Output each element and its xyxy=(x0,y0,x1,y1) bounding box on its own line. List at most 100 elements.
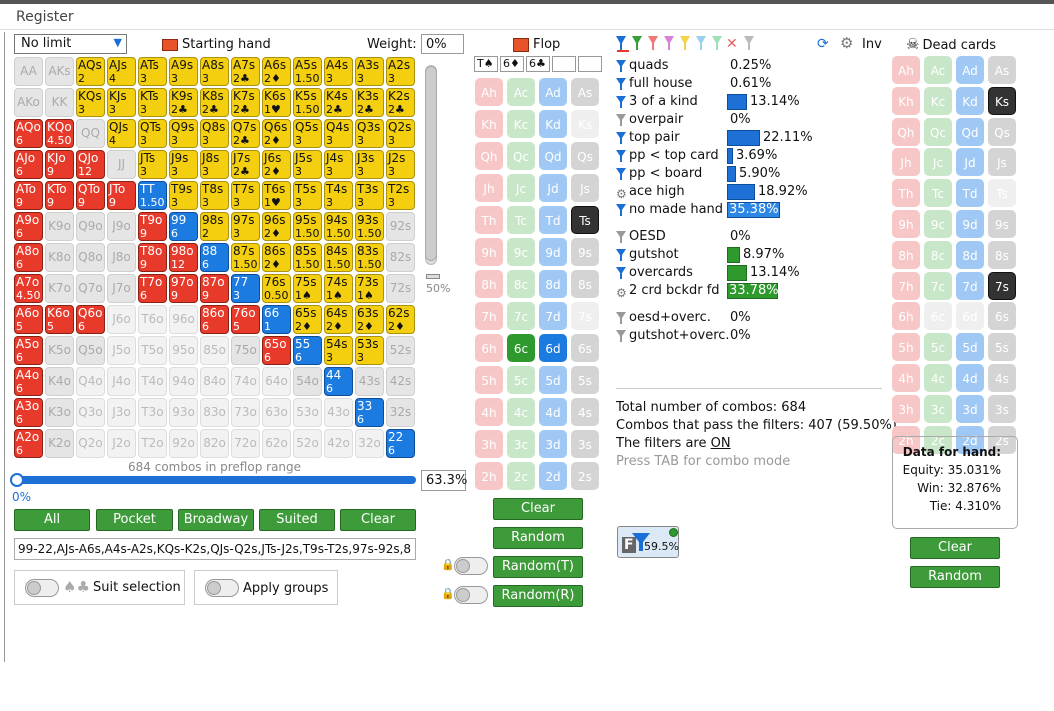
hand-filter[interactable]: quads xyxy=(616,57,668,74)
hand-cell[interactable]: J3s 3 xyxy=(355,150,384,179)
hand-cell[interactable]: 65o 6 xyxy=(262,336,291,365)
hand-cell[interactable]: 75o xyxy=(231,336,260,365)
hand-cell[interactable]: TT 1.50 xyxy=(138,181,167,210)
flop-card-slot[interactable]: 6♣ xyxy=(526,56,550,72)
dead-card[interactable]: 8c xyxy=(924,240,952,269)
board-card[interactable]: Th xyxy=(475,206,503,234)
hand-filter[interactable]: top pair xyxy=(616,129,680,146)
hand-cell[interactable]: A7s 2♣ xyxy=(231,57,260,86)
dead-card[interactable]: 3c xyxy=(924,394,952,423)
random-t-button[interactable]: Random(T) xyxy=(493,556,583,578)
dead-card[interactable]: 6h xyxy=(892,302,920,331)
hand-cell[interactable]: A6o 5 xyxy=(14,305,43,334)
dead-card[interactable]: Qs xyxy=(988,117,1016,146)
hand-cell[interactable]: 96s 2♦ xyxy=(262,212,291,241)
filter-summary-badge[interactable]: F 59.5% xyxy=(617,526,679,558)
hand-cell[interactable]: 62o xyxy=(262,429,291,458)
dead-card[interactable]: 9d xyxy=(956,210,984,238)
hand-cell[interactable]: 73s 1♠ xyxy=(355,274,384,303)
dead-card[interactable]: 9c xyxy=(924,210,952,238)
hand-cell[interactable]: A3o 6 xyxy=(14,398,43,427)
hand-cell[interactable]: J6s 2♦ xyxy=(262,150,291,179)
board-card[interactable]: Qc xyxy=(507,142,535,170)
hand-cell[interactable]: Q7o xyxy=(76,274,105,303)
hand-cell[interactable]: T4o xyxy=(138,367,167,396)
suit-selection-toggle[interactable] xyxy=(25,579,59,597)
gear-icon[interactable]: ⚙ xyxy=(840,34,853,52)
range-percent-input[interactable]: 63.3% xyxy=(421,470,467,491)
filters-on-link[interactable]: ON xyxy=(711,436,731,451)
hand-cell[interactable]: J4o xyxy=(107,367,136,396)
hand-cell[interactable]: 42s xyxy=(386,367,415,396)
hand-cell[interactable]: 85o xyxy=(200,336,229,365)
hand-cell[interactable]: 97o 9 xyxy=(169,274,198,303)
hand-cell[interactable]: T7s 3 xyxy=(231,181,260,210)
hand-cell[interactable]: QTs 3 xyxy=(138,119,167,148)
hand-filter[interactable]: pp < top card xyxy=(616,147,719,164)
board-card[interactable]: 4s xyxy=(571,398,599,426)
dead-card[interactable]: Th xyxy=(892,179,920,208)
hand-cell[interactable]: J2s 3 xyxy=(386,150,415,179)
hand-filter[interactable]: gutshot xyxy=(616,246,679,263)
hand-cell[interactable]: T4s 3 xyxy=(324,181,353,210)
hand-cell[interactable]: Q3o xyxy=(76,398,105,427)
board-card[interactable]: 3s xyxy=(571,430,599,458)
hand-cell[interactable]: 72s xyxy=(386,274,415,303)
hand-cell[interactable]: 86o 6 xyxy=(200,305,229,334)
board-card[interactable]: 6c xyxy=(507,334,535,362)
dead-card[interactable]: Ad xyxy=(956,56,984,84)
board-card[interactable]: 6d xyxy=(539,334,567,362)
hand-cell[interactable]: 87s 1.50 xyxy=(231,243,260,272)
filter-color-icons[interactable]: ✕ xyxy=(616,35,756,52)
flop-card-slot[interactable] xyxy=(552,56,576,72)
hand-cell[interactable]: A3s 3 xyxy=(355,57,384,86)
board-card[interactable]: 7c xyxy=(507,302,535,330)
hand-cell[interactable]: J6o xyxy=(107,305,136,334)
hand-filter[interactable]: pp < board xyxy=(616,165,702,182)
hand-cell[interactable]: A4o 6 xyxy=(14,367,43,396)
hand-cell[interactable]: 95s 1.50 xyxy=(293,212,322,241)
board-card[interactable]: Jh xyxy=(475,174,503,202)
dead-card[interactable]: Qh xyxy=(892,117,920,146)
board-card[interactable]: 8d xyxy=(539,270,567,298)
range-slider[interactable] xyxy=(10,473,416,487)
hand-cell[interactable]: 53s 3 xyxy=(355,336,384,365)
hand-cell[interactable]: K9o xyxy=(45,212,74,241)
hand-cell[interactable]: 94s 1.50 xyxy=(324,212,353,241)
hand-cell[interactable]: AJo 6 xyxy=(14,150,43,179)
hand-cell[interactable]: 76o 5 xyxy=(231,305,260,334)
hand-cell[interactable]: A4s 3 xyxy=(324,57,353,86)
board-card[interactable]: Kh xyxy=(475,110,503,138)
hand-cell[interactable]: AQs 2 xyxy=(76,57,105,86)
dead-card[interactable]: 4d xyxy=(956,364,984,392)
dead-card[interactable]: As xyxy=(988,56,1016,84)
hand-cell[interactable]: 96o xyxy=(169,305,198,334)
hand-cell[interactable]: J8o xyxy=(107,243,136,272)
hand-cell[interactable]: 97s 3 xyxy=(231,212,260,241)
board-card[interactable]: 5c xyxy=(507,366,535,394)
hand-cell[interactable]: 54s 3 xyxy=(324,336,353,365)
hand-cell[interactable]: Q4o xyxy=(76,367,105,396)
hand-cell[interactable]: K7s 2♣ xyxy=(231,88,260,117)
hand-cell[interactable]: J8s 3 xyxy=(200,150,229,179)
hand-cell[interactable]: T5o xyxy=(138,336,167,365)
board-card[interactable]: 8h xyxy=(475,270,503,298)
hand-cell[interactable]: 82s xyxy=(386,243,415,272)
hand-cell[interactable]: 84s 1.50 xyxy=(324,243,353,272)
hand-cell[interactable]: J9o xyxy=(107,212,136,241)
board-card[interactable]: 9d xyxy=(539,238,567,266)
dead-card[interactable]: 4s xyxy=(988,364,1016,392)
hand-cell[interactable]: 93s 1.50 xyxy=(355,212,384,241)
hand-cell[interactable]: KJs 3 xyxy=(107,88,136,117)
hand-cell[interactable]: 22 6 xyxy=(386,429,415,458)
board-card[interactable]: Td xyxy=(539,206,567,234)
dead-card[interactable]: Ks xyxy=(988,86,1016,115)
hand-cell[interactable]: T9s 3 xyxy=(169,181,198,210)
hand-cell[interactable]: 77 3 xyxy=(231,274,260,303)
hand-cell[interactable]: 52o xyxy=(293,429,322,458)
range-slider-handle[interactable] xyxy=(10,473,24,487)
board-card[interactable]: Ks xyxy=(571,110,599,138)
hand-cell[interactable]: K8s 2♣ xyxy=(200,88,229,117)
dead-card[interactable]: 4h xyxy=(892,364,920,392)
dead-card[interactable]: 6d xyxy=(956,302,984,331)
